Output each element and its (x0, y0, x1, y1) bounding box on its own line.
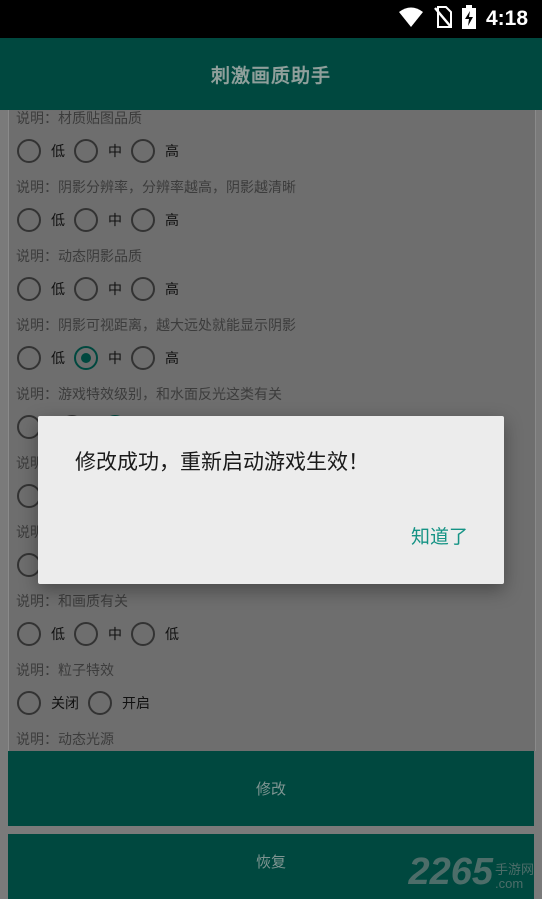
radio-button[interactable] (131, 277, 155, 301)
radio-button[interactable] (17, 208, 41, 232)
watermark-top: 手游网 (494, 862, 534, 877)
app-bar: 刺激画质助手 (0, 38, 542, 110)
setting-row: 说明：动态阴影品质低 中 高 (9, 247, 535, 316)
radio-group: 低中高 (17, 343, 188, 373)
dialog-confirm-button[interactable]: 知道了 (411, 522, 468, 549)
radio-label: 中 (108, 213, 122, 229)
radio-button[interactable] (131, 622, 155, 646)
radio-option[interactable]: 低 (131, 622, 179, 646)
radio-option[interactable]: 高 (131, 277, 179, 301)
radio-option[interactable]: 高 (131, 208, 179, 232)
radio-button[interactable] (74, 277, 98, 301)
setting-row: 说明：和画质有关低 中 低 (9, 592, 535, 661)
setting-row: 说明：动态光源 (9, 730, 535, 751)
watermark-side: 手游网 .com (495, 863, 534, 891)
radio-label: 低 (51, 144, 65, 160)
radio-label: 高 (165, 282, 179, 298)
setting-description: 说明：材质贴图品质 (16, 111, 142, 127)
radio-option[interactable]: 开启 (88, 691, 150, 715)
radio-option[interactable]: 高 (131, 139, 179, 163)
radio-option[interactable]: 中 (74, 346, 122, 370)
setting-description: 说明：游戏特效级别，和水面反光这类有关 (16, 387, 282, 403)
radio-option[interactable]: 中 (74, 622, 122, 646)
radio-option[interactable]: 低 (17, 208, 65, 232)
radio-option[interactable]: 低 (17, 346, 65, 370)
watermark-number: 2265 (408, 851, 493, 893)
radio-group: 低中高 (17, 274, 188, 304)
radio-label: 低 (51, 213, 65, 229)
radio-option[interactable]: 低 (17, 622, 65, 646)
radio-button[interactable] (131, 208, 155, 232)
radio-button[interactable] (74, 346, 98, 370)
radio-option[interactable]: 中 (74, 208, 122, 232)
setting-description: 说明：动态阴影品质 (16, 249, 142, 265)
radio-button[interactable] (17, 691, 41, 715)
radio-label: 高 (165, 351, 179, 367)
watermark-logo: 2265 手游网 .com (408, 853, 534, 891)
status-icons: 4:18 (398, 0, 528, 38)
setting-description: 说明：阴影分辨率，分辨率越高，阴影越清晰 (16, 180, 296, 196)
radio-group: 低中高 (17, 205, 188, 235)
radio-label: 低 (165, 627, 179, 643)
radio-button[interactable] (17, 622, 41, 646)
dialog-message: 修改成功，重新启动游戏生效！ (75, 450, 369, 474)
radio-option[interactable]: 关闭 (17, 691, 79, 715)
setting-description: 说明：粒子特效 (16, 663, 114, 679)
radio-button[interactable] (17, 139, 41, 163)
radio-option[interactable]: 高 (131, 346, 179, 370)
radio-label: 中 (108, 627, 122, 643)
radio-button[interactable] (131, 346, 155, 370)
radio-label: 高 (165, 144, 179, 160)
radio-group: 低中低 (17, 619, 188, 649)
radio-label: 开启 (122, 696, 150, 712)
radio-button[interactable] (17, 277, 41, 301)
radio-option[interactable]: 低 (17, 277, 65, 301)
radio-group: 关闭 开启 (17, 688, 159, 718)
radio-label: 低 (51, 627, 65, 643)
app-title: 刺激画质助手 (210, 64, 331, 87)
watermark-bottom: .com (494, 876, 524, 891)
clock: 4:18 (485, 7, 528, 30)
setting-row: 说明：阴影可视距离，越大远处就能显示阴影低 中 高 (9, 316, 535, 385)
status-bar: 4:18 (0, 0, 542, 38)
success-dialog: 修改成功，重新启动游戏生效！ 知道了 (38, 416, 504, 584)
no-sim-icon (434, 6, 452, 32)
modify-button[interactable]: 修改 (8, 751, 534, 826)
radio-label: 低 (51, 351, 65, 367)
battery-charging-icon (461, 5, 476, 33)
radio-button[interactable] (74, 622, 98, 646)
setting-description: 说明：动态光源 (16, 732, 114, 748)
setting-row: 说明：粒子特效 关闭 开启 (9, 661, 535, 730)
radio-label: 高 (165, 213, 179, 229)
radio-label: 中 (108, 144, 122, 160)
radio-button[interactable] (131, 139, 155, 163)
radio-button[interactable] (74, 139, 98, 163)
radio-label: 中 (108, 351, 122, 367)
radio-button[interactable] (74, 208, 98, 232)
radio-option[interactable]: 低 (17, 139, 65, 163)
radio-label: 中 (108, 282, 122, 298)
button-divider (8, 826, 534, 834)
radio-button[interactable] (88, 691, 112, 715)
radio-label: 关闭 (51, 696, 79, 712)
radio-label: 低 (51, 282, 65, 298)
setting-description: 说明：和画质有关 (16, 594, 128, 610)
radio-option[interactable]: 中 (74, 277, 122, 301)
wifi-icon (398, 6, 424, 32)
radio-group: 低中高 (17, 136, 188, 166)
setting-row: 说明：材质贴图品质低 中 高 (9, 110, 535, 178)
radio-option[interactable]: 中 (74, 139, 122, 163)
setting-description: 说明：阴影可视距离，越大远处就能显示阴影 (16, 318, 296, 334)
radio-button[interactable] (17, 346, 41, 370)
setting-row: 说明：阴影分辨率，分辨率越高，阴影越清晰低 中 高 (9, 178, 535, 247)
